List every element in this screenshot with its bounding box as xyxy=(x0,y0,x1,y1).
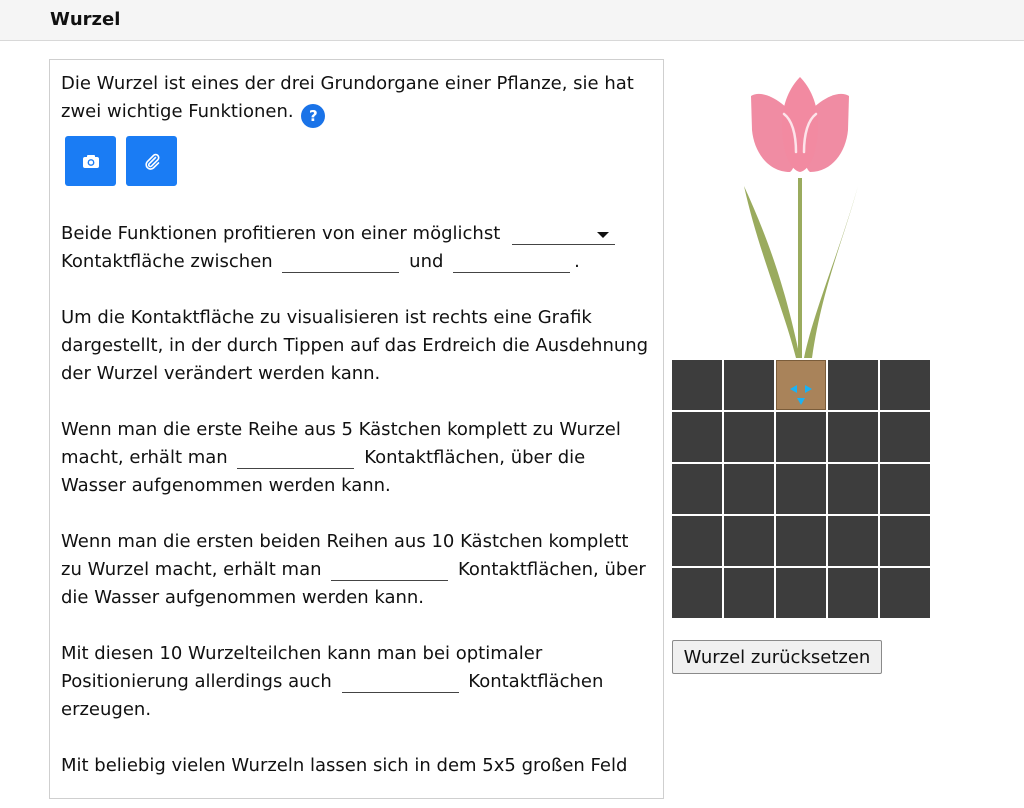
soil-cell[interactable] xyxy=(672,464,722,514)
optimal-answer-input[interactable] xyxy=(341,672,459,693)
paragraph-first-row: Wenn man die erste Reihe aus 5 Kästchen … xyxy=(61,416,651,500)
root-cell[interactable] xyxy=(776,360,826,410)
soil-cell[interactable] xyxy=(880,464,930,514)
reset-root-button[interactable]: Wurzel zurücksetzen xyxy=(672,640,882,674)
exercise-panel: Die Wurzel ist eines der drei Grundorgan… xyxy=(49,59,664,799)
page-title: Wurzel xyxy=(50,9,121,30)
tulip-left-leaf xyxy=(744,186,800,358)
paragraph-two-rows: Wenn man die ersten beiden Reihen aus 10… xyxy=(61,528,651,612)
tulip-stem xyxy=(798,178,802,358)
soil-cell[interactable] xyxy=(672,360,722,410)
tulip-right-leaf xyxy=(804,186,858,358)
paragraph-function-text-2: Kontaktfläche zwischen xyxy=(61,251,273,272)
help-icon[interactable]: ? xyxy=(301,104,326,128)
attach-button[interactable] xyxy=(126,136,177,186)
soil-cell[interactable] xyxy=(828,412,878,462)
adjective-select[interactable] xyxy=(512,224,615,245)
soil-cell[interactable] xyxy=(672,568,722,618)
paragraph-function-text-3: und xyxy=(409,251,444,272)
contact-partner-1-input[interactable] xyxy=(282,252,400,273)
soil-cell[interactable] xyxy=(724,412,774,462)
intro-text: Die Wurzel ist eines der drei Grundorgan… xyxy=(61,73,634,122)
exercise-text: Die Wurzel ist eines der drei Grundorgan… xyxy=(61,70,651,808)
paragraph-unlimited-text: Mit beliebig vielen Wurzeln lassen sich … xyxy=(61,755,628,776)
paragraph-function: Beide Funktionen profitieren von einer m… xyxy=(61,220,651,276)
caret-down-icon xyxy=(597,232,609,238)
soil-cell[interactable] xyxy=(776,464,826,514)
paragraph-function-text-1: Beide Funktionen profitieren von einer m… xyxy=(61,223,501,244)
paperclip-icon xyxy=(144,153,159,170)
tulip-illustration xyxy=(744,77,858,358)
camera-icon xyxy=(82,154,99,168)
soil-cell[interactable] xyxy=(880,516,930,566)
soil-cell[interactable] xyxy=(724,568,774,618)
soil-cell[interactable] xyxy=(724,360,774,410)
soil-cell[interactable] xyxy=(776,412,826,462)
paragraph-function-period: . xyxy=(574,251,580,272)
first-row-answer-input[interactable] xyxy=(237,448,355,469)
soil-cell[interactable] xyxy=(880,360,930,410)
soil-cell[interactable] xyxy=(776,568,826,618)
header-bar: Wurzel xyxy=(0,0,1024,41)
camera-button[interactable] xyxy=(65,136,116,186)
soil-cell[interactable] xyxy=(724,516,774,566)
soil-cell[interactable] xyxy=(672,412,722,462)
soil-cell[interactable] xyxy=(724,464,774,514)
paragraph-unlimited: Mit beliebig vielen Wurzeln lassen sich … xyxy=(61,752,651,780)
soil-cell[interactable] xyxy=(828,516,878,566)
soil-cell[interactable] xyxy=(828,568,878,618)
expand-arrows-icon xyxy=(790,385,812,405)
paragraph-visualization: Um die Kontaktfläche zu visualisieren is… xyxy=(61,304,651,388)
soil-cell[interactable] xyxy=(672,516,722,566)
soil-cell[interactable] xyxy=(880,568,930,618)
media-toolbar xyxy=(65,136,651,186)
soil-cell[interactable] xyxy=(880,412,930,462)
paragraph-optimal: Mit diesen 10 Wurzelteilchen kann man be… xyxy=(61,640,651,724)
soil-cell[interactable] xyxy=(828,360,878,410)
soil-cell[interactable] xyxy=(828,464,878,514)
soil-cell[interactable] xyxy=(776,516,826,566)
tulip-petal-center xyxy=(782,77,818,172)
paragraph-visualization-text: Um die Kontaktfläche zu visualisieren is… xyxy=(61,307,649,384)
contact-partner-2-input[interactable] xyxy=(453,252,571,273)
soil-grid xyxy=(672,360,930,618)
intro-paragraph: Die Wurzel ist eines der drei Grundorgan… xyxy=(61,70,651,128)
two-rows-answer-input[interactable] xyxy=(331,560,449,581)
